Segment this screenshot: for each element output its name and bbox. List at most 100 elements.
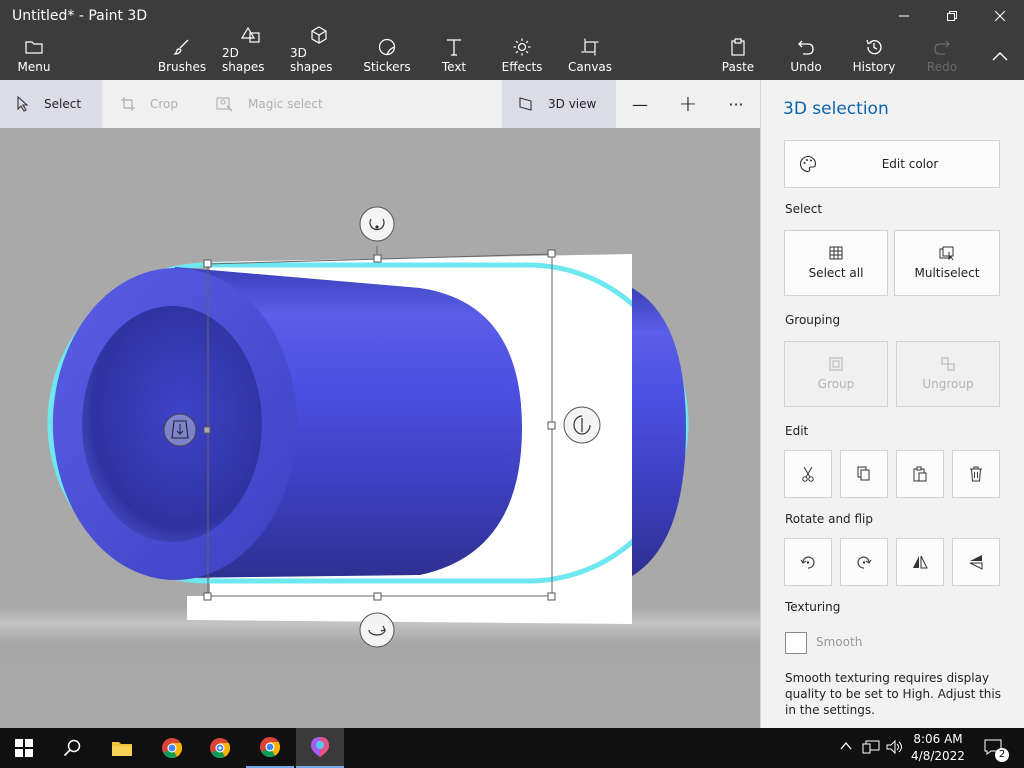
3d-shapes-label: 3D shapes	[290, 46, 333, 74]
multiselect-button[interactable]: Multiselect	[894, 230, 1000, 296]
smooth-texturing-note: Smooth texturing requires display qualit…	[785, 671, 1001, 717]
network-button[interactable]	[862, 740, 880, 757]
speaker-icon	[886, 739, 902, 755]
magic-select-button[interactable]: Magic select	[200, 80, 340, 128]
flip-horizontal-icon	[913, 555, 928, 569]
undo-icon	[798, 40, 814, 55]
group-button[interactable]: Group	[784, 341, 888, 407]
search-button[interactable]	[48, 728, 96, 768]
canvas-button[interactable]: Canvas	[568, 32, 612, 80]
stickers-button[interactable]: Stickers	[363, 32, 411, 80]
flip-horizontal-button[interactable]	[896, 538, 944, 586]
clock-date: 4/8/2022	[911, 749, 965, 763]
select-all-label: Select all	[808, 266, 864, 280]
chrome-button-2[interactable]	[246, 728, 294, 768]
windows-icon	[15, 739, 33, 757]
show-hidden-icons-button[interactable]	[840, 740, 852, 754]
edit-color-button[interactable]: Edit color	[784, 140, 1000, 188]
text-button[interactable]: Text	[436, 32, 472, 80]
more-options-button[interactable]: ···	[714, 80, 758, 128]
select-tool-button[interactable]: Select	[0, 80, 102, 128]
rotate-y-handle[interactable]	[563, 406, 601, 444]
multiselect-label: Multiselect	[914, 266, 980, 280]
cylinder-far-end	[632, 288, 686, 576]
clock[interactable]: 8:06 AM 4/8/2022	[906, 731, 970, 765]
scissors-icon	[802, 466, 814, 482]
rotate-left-icon	[800, 556, 815, 569]
text-label: Text	[441, 60, 467, 74]
copy-button[interactable]	[840, 450, 888, 498]
chevron-up-icon	[992, 52, 1008, 61]
2d-shapes-button[interactable]: 2D shapes	[222, 26, 280, 80]
rotate-z-handle[interactable]	[359, 612, 395, 648]
3d-selection-panel: 3D selection Edit color Select Select al…	[760, 80, 1024, 728]
brushes-button[interactable]: Brushes	[158, 32, 206, 80]
menu-button[interactable]: Menu	[12, 32, 56, 80]
close-button[interactable]	[976, 0, 1024, 32]
copy-icon	[857, 466, 870, 481]
cube-icon	[311, 26, 327, 44]
brush-icon	[173, 39, 189, 55]
rotate-x-handle[interactable]	[359, 206, 395, 242]
undo-button[interactable]: Undo	[786, 32, 826, 80]
zoom-out-button[interactable]: —	[618, 80, 662, 128]
trash-icon	[970, 466, 982, 482]
magic-select-label: Magic select	[248, 97, 323, 111]
canvas-label: Canvas	[567, 60, 613, 74]
undo-label: Undo	[790, 60, 822, 74]
paint-3d-icon	[311, 737, 329, 757]
chrome-button-1[interactable]	[148, 728, 196, 768]
2d-shapes-label: 2D shapes	[222, 46, 265, 74]
clipboard-icon	[731, 38, 745, 56]
chrome-beta-button[interactable]	[196, 728, 244, 768]
select-label: Select	[44, 97, 82, 111]
window-title: Untitled* - Paint 3D	[12, 8, 148, 24]
canvas-icon	[581, 38, 599, 56]
select-heading: Select	[785, 202, 823, 216]
3d-view-button[interactable]: 3D view	[502, 80, 616, 128]
crop-icon	[121, 97, 135, 111]
ungroup-button[interactable]: Ungroup	[896, 341, 1000, 407]
chevron-up-icon	[840, 741, 852, 750]
flip-vertical-icon	[969, 555, 983, 570]
paste-label: Paste	[721, 60, 755, 74]
3d-canvas[interactable]	[0, 128, 760, 728]
ungroup-icon	[941, 357, 955, 371]
close-icon	[994, 10, 1006, 22]
chrome-beta-icon	[210, 738, 231, 759]
volume-button[interactable]	[886, 739, 904, 757]
collapse-ribbon-button[interactable]	[982, 32, 1018, 80]
3d-shapes-button[interactable]: 3D shapes	[290, 26, 348, 80]
file-explorer-button[interactable]	[98, 728, 146, 768]
select-all-button[interactable]: Select all	[784, 230, 888, 296]
restore-button[interactable]	[928, 0, 976, 32]
history-button[interactable]: History	[852, 32, 896, 80]
delete-button[interactable]	[952, 450, 1000, 498]
history-icon	[866, 39, 882, 55]
text-icon	[447, 39, 461, 56]
crop-button[interactable]: Crop	[104, 80, 200, 128]
paint-3d-taskbar-button[interactable]	[296, 728, 344, 768]
effects-label: Effects	[501, 60, 543, 74]
effects-button[interactable]: Effects	[502, 32, 542, 80]
ungroup-label: Ungroup	[922, 377, 974, 391]
file-explorer-icon	[112, 742, 132, 756]
rotate-left-button[interactable]	[784, 538, 832, 586]
flip-vertical-button[interactable]	[952, 538, 1000, 586]
redo-button[interactable]: Redo	[922, 32, 962, 80]
smooth-checkbox[interactable]	[785, 632, 807, 654]
rotate-right-button[interactable]	[840, 538, 888, 586]
paste-button[interactable]: Paste	[718, 32, 758, 80]
zoom-in-button[interactable]: +	[666, 80, 710, 128]
group-label: Group	[817, 377, 855, 391]
push-depth-handle[interactable]	[163, 413, 197, 447]
start-button[interactable]	[0, 728, 48, 768]
network-icon	[862, 740, 880, 754]
stickers-label: Stickers	[363, 60, 411, 74]
restore-icon	[947, 11, 957, 21]
crop-label: Crop	[150, 97, 179, 111]
minimize-button[interactable]	[880, 0, 928, 32]
cut-button[interactable]	[784, 450, 832, 498]
paste-panel-button[interactable]	[896, 450, 944, 498]
3d-view-label: 3D view	[548, 97, 597, 111]
